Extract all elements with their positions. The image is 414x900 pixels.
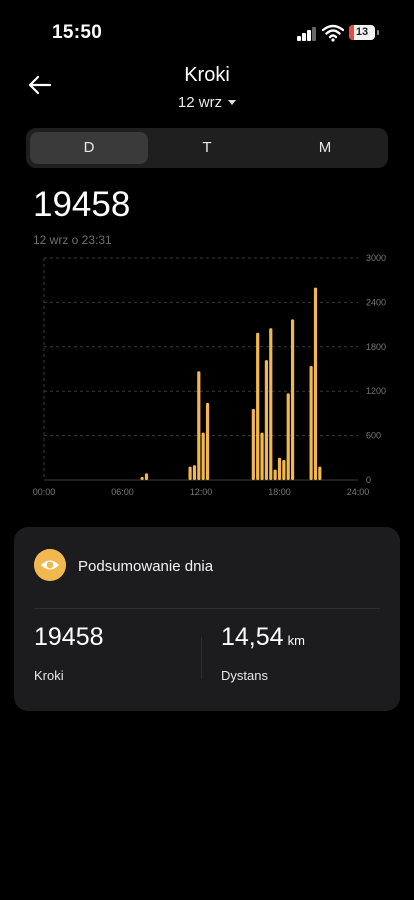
page-title: Kroki <box>184 64 230 86</box>
chart-bar <box>188 466 192 480</box>
chart-bar <box>286 393 290 480</box>
divider <box>34 608 380 609</box>
chart-bar <box>313 287 318 480</box>
chart-bar <box>205 403 210 480</box>
chart-bar <box>260 432 264 480</box>
status-time: 15:50 <box>52 22 103 43</box>
chart-bar <box>318 466 322 480</box>
steps-label: Kroki <box>34 668 64 683</box>
chart-bar <box>251 408 255 480</box>
x-tick-label: 24:00 <box>347 487 370 497</box>
y-tick-label: 0 <box>366 475 371 485</box>
x-tick-label: 06:00 <box>111 487 134 497</box>
wifi-icon <box>322 24 344 42</box>
signal-icon <box>297 27 317 41</box>
chart-bar <box>201 432 205 480</box>
distance-unit: km <box>287 633 305 648</box>
total-steps: 19458 <box>33 185 131 224</box>
chart-bar <box>197 371 201 480</box>
tab-month[interactable]: M <box>266 132 384 164</box>
distance-value: 14,54 <box>221 623 284 651</box>
chart-bar <box>290 319 295 480</box>
y-tick-label: 2400 <box>366 297 386 307</box>
distance-stat: 14,54 km <box>221 623 305 652</box>
status-bar: 15:50 13 <box>0 0 414 60</box>
y-tick-label: 1200 <box>366 386 386 396</box>
y-tick-label: 600 <box>366 431 381 441</box>
chart-bar <box>269 328 273 480</box>
x-tick-label: 12:00 <box>190 487 213 497</box>
distance-label: Dystans <box>221 668 268 683</box>
last-updated: 12 wrz o 23:31 <box>33 233 112 247</box>
chart-bar <box>273 469 277 480</box>
y-tick-label: 3000 <box>366 253 386 263</box>
tab-week[interactable]: T <box>148 132 266 164</box>
date-picker[interactable]: 12 wrz <box>0 94 414 111</box>
battery-level: 13 <box>355 26 369 38</box>
steps-chart: 0 600 1200 1800 2400 3000 00:00 06:00 12:00 18:00… <box>33 253 386 497</box>
period-segmented-control: D T M <box>26 128 388 168</box>
chart-bar <box>264 360 269 480</box>
chart-bar <box>277 457 282 480</box>
chart-bar <box>192 465 197 480</box>
chart-bar <box>282 460 286 480</box>
day-summary-card: Podsumowanie dnia 19458 Kroki 14,54 km Dy… <box>14 527 400 711</box>
vertical-divider <box>201 637 202 679</box>
summary-title: Podsumowanie dnia <box>78 558 214 575</box>
chart-bar <box>144 473 149 480</box>
chart-bar <box>140 477 144 480</box>
chart-bar <box>309 366 313 480</box>
steps-value: 19458 <box>34 623 104 651</box>
battery-icon: 13 <box>349 25 379 40</box>
x-tick-label: 18:00 <box>268 487 291 497</box>
eye-icon <box>34 549 66 581</box>
y-tick-label: 1800 <box>366 342 386 352</box>
chart-bar <box>256 332 260 480</box>
caret-down-icon <box>228 99 237 105</box>
tab-day[interactable]: D <box>30 132 148 164</box>
x-tick-label: 00:00 <box>33 487 56 497</box>
date-label: 12 wrz <box>177 94 223 111</box>
